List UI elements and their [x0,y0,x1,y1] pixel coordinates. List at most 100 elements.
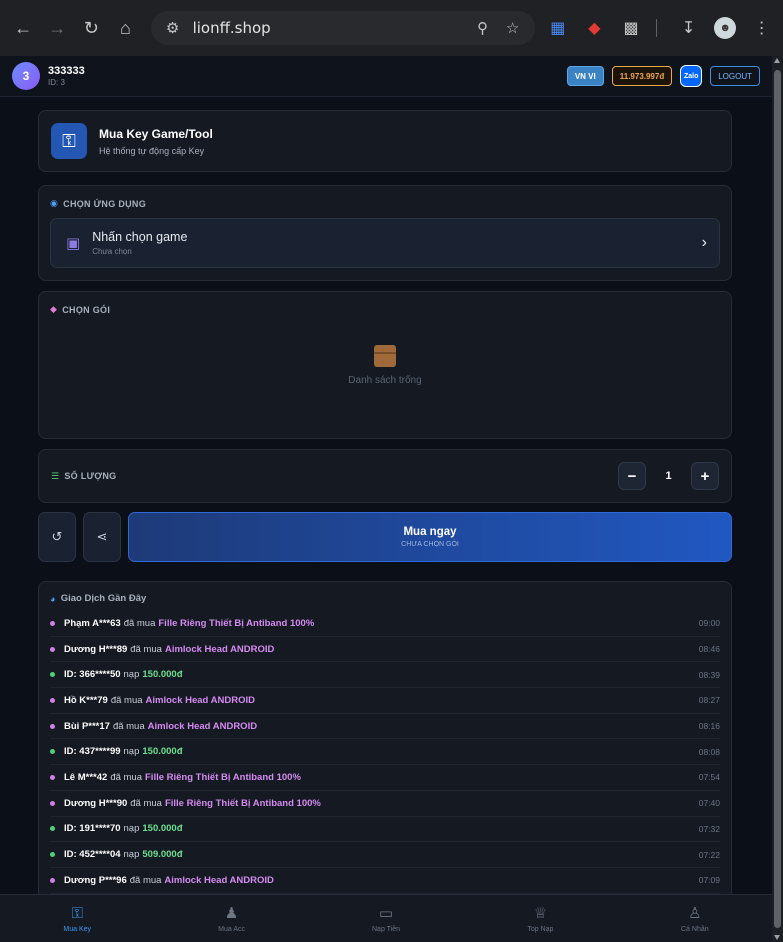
layers-icon: ☰ [51,470,60,481]
back-icon[interactable]: ← [8,11,38,45]
nav-users[interactable]: ♟ Mua Acc [154,895,308,942]
transaction-row: Dương H***90 đã mua Fille Riêng Thiết Bị A… [50,791,720,817]
share-icon[interactable]: ⋖ [83,512,121,562]
translate-extension-icon[interactable]: ▦ [545,13,572,43]
key-icon: ⚿ [71,904,83,922]
transaction-item: Aimlock Head ANDROID [145,694,255,706]
balance-badge[interactable]: 11.973.997đ [611,66,673,86]
status-dot [50,672,55,678]
username: 333333 [48,65,85,77]
app-select-label: ◉ CHỌN ỨNG DỤNG [50,198,720,209]
status-dot [50,697,55,703]
scroll-up-arrow[interactable] [774,58,780,63]
nav-key[interactable]: ⚿ Mua Key [0,895,154,942]
chevron-right-icon: › [701,234,707,251]
profile-avatar-icon[interactable]: ☻ [712,13,739,43]
status-dot [50,877,55,883]
transaction-row: Dương P***96 đã mua Aimlock Head ANDROID 07… [50,868,720,894]
reload-icon[interactable]: ↻ [76,11,106,45]
transaction-row: ID: 437****99 nạp 150.000đ 08:08 [50,739,720,766]
nav-label: Nạp Tiền [372,926,401,933]
quantity-label: ☰ SỐ LƯỢNG [51,471,116,482]
transaction-row: Bùi P***17 đã mua Aimlock Head ANDROID 08:1… [50,714,720,740]
transaction-user: Hồ K***79 [64,694,108,706]
language-button[interactable]: VN VI [566,66,604,86]
user-avatar[interactable]: 3 [12,62,40,90]
transaction-user: ID: 452****04 [64,849,121,861]
buy-now-label: Mua ngay [403,526,457,538]
diamond-icon: ◆ [50,304,58,314]
user-icon: ♙ [688,905,702,922]
zalo-icon[interactable]: Zalo [680,65,703,87]
logout-button[interactable]: LOGOUT [710,66,760,86]
wallet-icon: ▭ [378,905,394,922]
transaction-verb: đã mua [129,874,162,886]
transaction-user: Dương H***89 [64,643,128,655]
transaction-item: Aimlock Head ANDROID [147,720,258,732]
transaction-time: 08:08 [698,746,720,757]
site-settings-icon[interactable]: ⚙ [163,19,183,37]
transaction-row: Phạm A***63 đã mua Fille Riêng Thiết Bị An… [50,611,720,637]
site-header: 3 333333 ID: 3 VN VI 11.973.997đ Zalo LO… [0,56,772,97]
transaction-time: 08:16 [698,721,720,732]
zoom-icon[interactable]: ⚲ [473,19,493,37]
transaction-row: ID: 452****04 nạp 509.000đ 07:22 [50,842,720,868]
main-content: ⚿ Mua Key Game/Tool Hệ thống tự động cấp… [0,97,772,911]
status-dot [50,774,55,780]
hero-card: ⚿ Mua Key Game/Tool Hệ thống tự động cấp… [38,110,732,172]
red-extension-icon[interactable]: ◆ [581,13,608,43]
url-text[interactable]: lionff.shop [193,19,463,37]
key-icon: ⚿ [51,123,87,159]
transaction-verb: nạp [123,849,140,861]
status-dot [50,646,55,652]
bookmark-star-icon[interactable]: ☆ [503,19,523,37]
status-dot [50,826,55,832]
nav-user[interactable]: ♙ Cá Nhân [618,895,772,942]
transaction-row: ID: 366****50 nạp 150.000đ 08:39 [50,662,720,689]
extensions-puzzle-icon[interactable]: ▩ [618,13,645,43]
nav-trophy[interactable]: ♕ Top Nạp [463,895,617,942]
nav-label: Top Nạp [527,926,554,933]
kebab-menu-icon[interactable]: ⋮ [748,13,775,43]
scroll-down-arrow[interactable] [774,935,780,940]
transaction-verb: đã mua [110,771,142,783]
transaction-verb: đã mua [110,694,143,706]
game-picker-button[interactable]: ▣ Nhấn chọn game Chưa chọn › [50,218,720,268]
nav-label: Mua Key [63,925,92,933]
app-select-section: ◉ CHỌN ỨNG DỤNG ▣ Nhấn chọn game Chưa ch… [38,185,732,281]
scrollbar[interactable] [772,56,783,942]
gamepad-small-icon: ◉ [50,198,59,208]
download-icon[interactable]: ↧ [675,13,702,43]
web-page: 3 333333 ID: 3 VN VI 11.973.997đ Zalo LO… [0,56,772,942]
header-actions: VN VI 11.973.997đ Zalo LOGOUT [566,65,760,87]
transaction-user: Lê M***42 [64,771,108,783]
package-label: ◆ CHỌN GÓI [50,304,720,315]
transaction-item: Fille Riêng Thiết Bị Antiband 100% [145,771,301,783]
transaction-time: 08:46 [698,644,720,655]
transaction-item: Fille Riêng Thiết Bị Antiband 100% [164,797,321,809]
address-bar[interactable]: ⚙ lionff.shop ⚲ ☆ [150,11,535,45]
buy-now-button[interactable]: Mua ngay CHƯA CHỌN GÓI [128,512,732,562]
transaction-time: 07:40 [698,798,720,809]
page-subtitle: Hệ thống tự động cấp Key [99,145,205,156]
transaction-verb: đã mua [112,720,145,732]
nav-wallet[interactable]: ▭ Nạp Tiền [309,895,463,942]
transaction-row: Lê M***42 đã mua Fille Riêng Thiết Bị Anti… [50,765,720,791]
decrease-button[interactable]: − [618,462,646,490]
nav-label: Cá Nhân [681,926,709,933]
transaction-time: 07:09 [698,875,720,886]
history-icon[interactable]: ↺ [38,512,76,562]
increase-button[interactable]: + [691,462,719,490]
transaction-user: ID: 366****50 [64,669,121,681]
transaction-item: Fille Riêng Thiết Bị Antiband 100% [158,617,315,629]
transaction-item: 509.000đ [142,849,183,861]
home-icon[interactable]: ⌂ [110,11,140,45]
transaction-row: ID: 191****70 nạp 150.000đ 07:32 [50,817,720,843]
scrollbar-thumb[interactable] [774,70,781,928]
browser-toolbar: ← → ↻ ⌂ ⚙ lionff.shop ⚲ ☆ ▦ ◆ ▩ ↧ ☻ ⋮ [0,0,783,56]
forward-icon[interactable]: → [42,11,72,45]
transaction-time: 07:54 [698,772,720,783]
empty-text: Danh sách trống [348,374,422,386]
transaction-item: 150.000đ [142,669,183,681]
status-dot [50,620,55,626]
